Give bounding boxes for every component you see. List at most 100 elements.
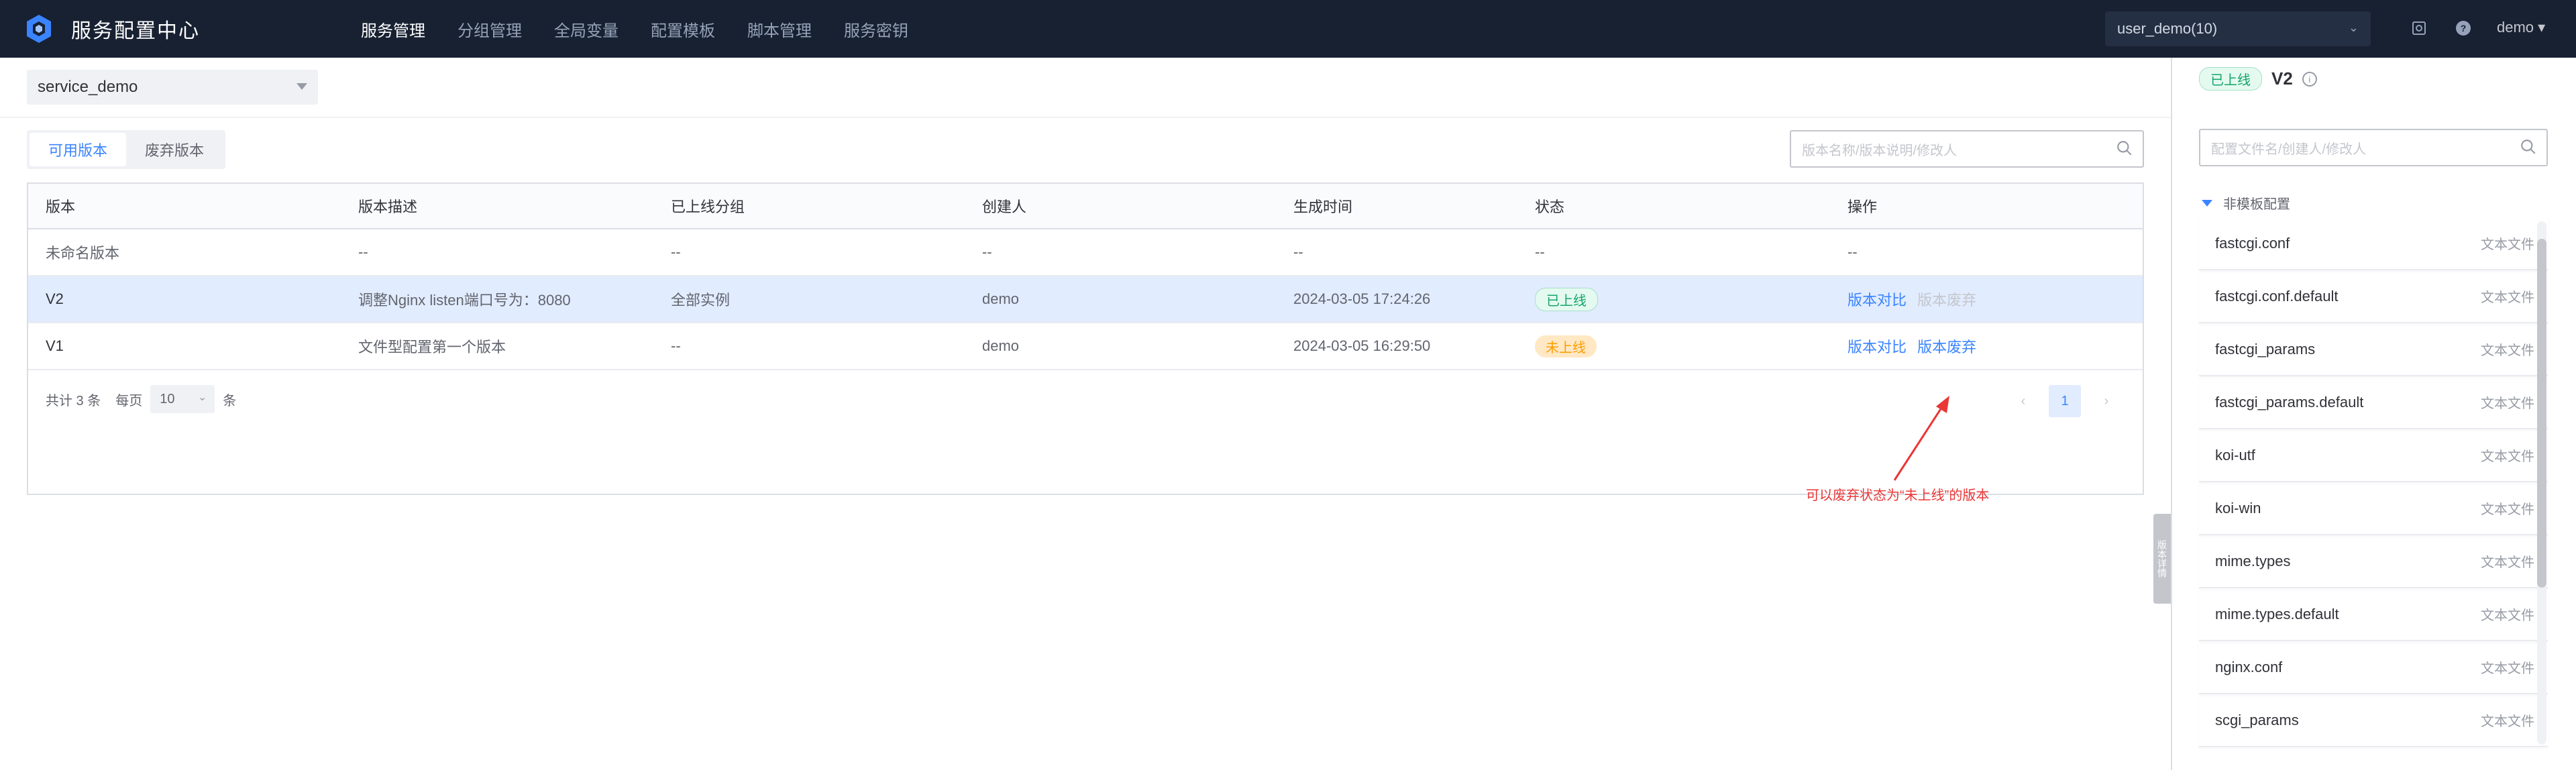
list-item[interactable]: fastcgi.conf.default 文本文件 bbox=[2199, 270, 2548, 323]
pagination: 共计 3 条 每页 10 ⌄ 条 ‹ 1 › bbox=[28, 369, 2143, 429]
status-badge-online: 已上线 bbox=[1535, 287, 1598, 311]
cell-creator: demo bbox=[982, 337, 1020, 354]
top-navbar: 服务配置中心 服务管理 分组管理 全局变量 配置模板 脚本管理 服务密钥 use… bbox=[0, 0, 2576, 58]
caret-down-icon bbox=[2202, 199, 2212, 207]
deprecate-version-link-disabled: 版本废弃 bbox=[1917, 292, 1977, 309]
config-group-toggle[interactable]: 非模板配置 bbox=[2202, 193, 2290, 213]
info-icon[interactable]: i bbox=[2302, 71, 2317, 87]
col-description: 版本描述 bbox=[358, 199, 418, 215]
list-item[interactable]: fastcgi_params 文本文件 bbox=[2199, 323, 2548, 376]
version-tabs: 可用版本 废弃版本 bbox=[27, 130, 226, 169]
file-type: 文本文件 bbox=[2481, 502, 2534, 517]
cell-time: 2024-03-05 17:24:26 bbox=[1293, 290, 1431, 307]
list-item[interactable]: scgi_params 文本文件 bbox=[2199, 694, 2548, 747]
cell-description: -- bbox=[358, 243, 368, 260]
file-type: 文本文件 bbox=[2481, 661, 2534, 676]
compare-version-link[interactable]: 版本对比 bbox=[1847, 339, 1907, 355]
panel-scrollbar-thumb[interactable] bbox=[2537, 239, 2546, 588]
version-search-input[interactable]: 版本名称/版本说明/修改人 bbox=[1790, 130, 2144, 168]
list-item[interactable]: koi-utf 文本文件 bbox=[2199, 429, 2548, 482]
col-version: 版本 bbox=[46, 199, 76, 215]
list-item[interactable]: mime.types 文本文件 bbox=[2199, 535, 2548, 588]
file-name: mime.types bbox=[2215, 552, 2291, 569]
cell-groups: -- bbox=[671, 337, 681, 354]
version-detail-panel: 已上线 V2 i 配置文件名/创建人/修改人 非模板配置 fastcgi.con… bbox=[2171, 58, 2576, 770]
annotation-text: 可以废弃状态为“未上线”的版本 bbox=[1806, 488, 1990, 503]
cell-creator: demo bbox=[982, 290, 1020, 307]
config-file-search-input[interactable]: 配置文件名/创建人/修改人 bbox=[2199, 129, 2548, 166]
cell-version: 未命名版本 bbox=[46, 245, 120, 262]
cell-actions: 版本对比 版本废弃 bbox=[1830, 335, 2132, 357]
page-button[interactable]: 1 bbox=[2049, 385, 2081, 417]
service-select[interactable]: service_demo bbox=[27, 70, 318, 105]
search-icon[interactable] bbox=[2520, 138, 2537, 156]
nav-group-manage[interactable]: 分组管理 bbox=[458, 17, 522, 41]
handle-label: 版本详情 bbox=[2157, 540, 2167, 578]
cell-groups: 全部实例 bbox=[671, 292, 731, 309]
cell-groups: -- bbox=[671, 243, 681, 260]
business-select[interactable]: user_demo(10) ⌄ bbox=[2105, 11, 2371, 46]
cell-status: 已上线 bbox=[1517, 287, 1830, 311]
file-type: 文本文件 bbox=[2481, 396, 2534, 411]
status-badge-offline: 未上线 bbox=[1535, 335, 1597, 358]
main-nav: 服务管理 分组管理 全局变量 配置模板 脚本管理 服务密钥 bbox=[361, 0, 941, 58]
per-page-unit: 条 bbox=[223, 393, 237, 408]
per-page-value: 10 bbox=[160, 391, 175, 406]
user-menu[interactable]: demo ▾ bbox=[2497, 19, 2545, 36]
file-type: 文本文件 bbox=[2481, 555, 2534, 570]
col-created-time: 生成时间 bbox=[1293, 199, 1353, 215]
table-row-selected[interactable]: V2 调整Nginx listen端口号为：8080 全部实例 demo 202… bbox=[28, 276, 2143, 323]
chevron-down-icon: ⌄ bbox=[2348, 21, 2359, 34]
deprecate-version-link[interactable]: 版本废弃 bbox=[1917, 339, 1976, 355]
compare-version-link[interactable]: 版本对比 bbox=[1847, 292, 1907, 309]
caret-down-icon: ▾ bbox=[2538, 19, 2546, 36]
list-item[interactable]: fastcgi.conf 文本文件 bbox=[2199, 217, 2548, 270]
app-title: 服务配置中心 bbox=[71, 20, 200, 42]
list-item[interactable]: fastcgi_params.default 文本文件 bbox=[2199, 376, 2548, 429]
cell-creator: -- bbox=[982, 243, 992, 260]
table-header: 版本 版本描述 已上线分组 创建人 生成时间 状态 操作 bbox=[28, 184, 2143, 229]
next-page-icon[interactable]: › bbox=[2090, 385, 2123, 417]
list-item[interactable]: koi-win 文本文件 bbox=[2199, 482, 2548, 535]
caret-down-icon bbox=[297, 83, 307, 90]
file-type: 文本文件 bbox=[2481, 449, 2534, 464]
file-name: mime.types.default bbox=[2215, 605, 2339, 622]
col-actions: 操作 bbox=[1847, 199, 1878, 215]
nav-service-keys[interactable]: 服务密钥 bbox=[844, 17, 908, 41]
nav-config-templates[interactable]: 配置模板 bbox=[651, 17, 715, 41]
nav-service-manage[interactable]: 服务管理 bbox=[361, 17, 425, 41]
cell-actions: 版本对比 版本废弃 bbox=[1830, 288, 2132, 310]
tab-available-versions[interactable]: 可用版本 bbox=[30, 133, 127, 166]
help-icon[interactable]: ? bbox=[2454, 19, 2473, 38]
table-row[interactable]: 未命名版本 -- -- -- -- -- -- bbox=[28, 229, 2143, 276]
nav-global-vars[interactable]: 全局变量 bbox=[554, 17, 619, 41]
file-type: 文本文件 bbox=[2481, 343, 2534, 358]
versions-table: 版本 版本描述 已上线分组 创建人 生成时间 状态 操作 未命名版本 -- --… bbox=[27, 182, 2144, 495]
file-name: fastcgi_params.default bbox=[2215, 393, 2364, 410]
file-name: scgi_params bbox=[2215, 711, 2299, 728]
service-select-value: service_demo bbox=[38, 78, 138, 96]
panel-header: 已上线 V2 i bbox=[2199, 67, 2317, 91]
docs-icon[interactable] bbox=[2410, 19, 2428, 38]
list-item[interactable]: nginx.conf 文本文件 bbox=[2199, 641, 2548, 694]
search-icon[interactable] bbox=[2116, 140, 2133, 157]
col-status: 状态 bbox=[1535, 199, 1565, 215]
cell-version: V2 bbox=[46, 290, 64, 307]
nav-script-manage[interactable]: 脚本管理 bbox=[747, 17, 812, 41]
cell-time: 2024-03-05 16:29:50 bbox=[1293, 337, 1431, 354]
list-item[interactable]: mime.types.default 文本文件 bbox=[2199, 588, 2548, 641]
logo[interactable]: 服务配置中心 bbox=[25, 13, 200, 44]
chevron-down-icon: ⌄ bbox=[197, 392, 207, 403]
per-page-select[interactable]: 10 ⌄ bbox=[150, 385, 215, 413]
tab-deprecated-versions[interactable]: 废弃版本 bbox=[126, 133, 223, 166]
cell-description: 文件型配置第一个版本 bbox=[358, 339, 506, 355]
col-creator: 创建人 bbox=[982, 199, 1027, 215]
table-row[interactable]: V1 文件型配置第一个版本 -- demo 2024-03-05 16:29:5… bbox=[28, 323, 2143, 370]
svg-text:?: ? bbox=[2461, 23, 2467, 34]
prev-page-icon[interactable]: ‹ bbox=[2007, 385, 2039, 417]
file-name: fastcgi.conf.default bbox=[2215, 287, 2339, 305]
business-select-value: user_demo(10) bbox=[2117, 20, 2218, 37]
panel-collapse-handle[interactable]: 版本详情 bbox=[2153, 514, 2171, 604]
search-placeholder: 配置文件名/创建人/修改人 bbox=[2211, 142, 2367, 157]
annotation-arrow bbox=[1893, 396, 1949, 481]
